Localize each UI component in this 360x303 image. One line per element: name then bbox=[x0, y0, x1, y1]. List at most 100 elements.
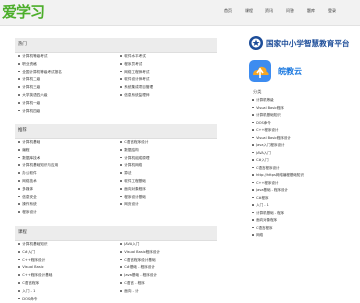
bullet-icon bbox=[252, 226, 254, 229]
list-item[interactable]: 信息安全 bbox=[18, 194, 58, 202]
section-title: 推荐 bbox=[15, 124, 217, 139]
list-item[interactable]: 办公软件 bbox=[18, 170, 58, 178]
list-item[interactable]: http://https网络编程基础知识 bbox=[252, 172, 352, 180]
bullet-icon bbox=[18, 187, 20, 190]
section-courses: 课程 计算机基础知识 C#入门 C++程序设计 Visual Basic C++… bbox=[15, 226, 217, 301]
bullet-icon bbox=[18, 282, 20, 284]
bullet-icon bbox=[120, 62, 122, 65]
list-item[interactable]: C语言 - 程序 bbox=[120, 280, 160, 288]
bullet-icon bbox=[18, 203, 20, 206]
list-item[interactable]: 算法 bbox=[120, 170, 149, 178]
list-item[interactable]: 计算机基础知识与应用 bbox=[18, 162, 58, 170]
list-item[interactable]: 操作系统 bbox=[18, 201, 58, 209]
list-item[interactable]: 计算机基础 - 程序 bbox=[252, 210, 352, 218]
list-item[interactable]: 入门 - 1 bbox=[252, 202, 352, 210]
list-item[interactable]: Visual Basic程序设计 bbox=[120, 249, 160, 257]
list-item[interactable]: C#基础 - 程序设计 bbox=[120, 264, 160, 272]
bullet-icon bbox=[252, 151, 254, 154]
list-item[interactable]: 计算机等级考试 bbox=[18, 53, 62, 61]
bullet-icon bbox=[18, 243, 20, 245]
list-item[interactable]: 计算机组成原理 bbox=[120, 155, 149, 163]
list-item[interactable]: 网页设计 bbox=[120, 201, 149, 209]
list-item[interactable]: 程序设计基础 bbox=[120, 194, 149, 202]
list-item[interactable]: 大学英语四六级 bbox=[18, 92, 62, 100]
list-item[interactable]: C#入门 bbox=[252, 157, 352, 165]
smart-edu-banner[interactable]: 国家中小学智慧教育平台 bbox=[246, 33, 356, 55]
site-logo[interactable]: 爱学习 bbox=[2, 2, 45, 22]
nav-item-qa[interactable]: 问答 bbox=[286, 8, 294, 14]
bullet-icon bbox=[120, 274, 122, 277]
list-item[interactable]: 计算机基础 bbox=[18, 139, 58, 147]
list-item[interactable]: Java基础 - 程序设计 bbox=[120, 272, 160, 280]
list-item[interactable]: DOS命令 bbox=[18, 296, 52, 303]
bullet-icon bbox=[252, 204, 254, 206]
list-item[interactable]: C#入门 bbox=[18, 249, 52, 257]
list-item[interactable]: C语言程序 bbox=[252, 225, 352, 233]
bullet-icon bbox=[120, 243, 122, 245]
list-item[interactable]: 全国计算机等级考试报名 bbox=[18, 69, 62, 77]
nav-item-home[interactable]: 首页 bbox=[224, 8, 232, 14]
list-item[interactable]: C++程序设计基础 bbox=[18, 272, 52, 280]
bullet-icon bbox=[252, 219, 254, 221]
list-item[interactable]: Java基础 - 程序设计 bbox=[252, 187, 352, 195]
list-item[interactable]: 入门 - 1 bbox=[18, 288, 52, 296]
nav-item-news[interactable]: 资讯 bbox=[265, 8, 273, 14]
list-item[interactable]: 计算机基础知识 bbox=[252, 112, 352, 120]
list-item[interactable]: Visual Basic程序 bbox=[252, 105, 352, 113]
list-item[interactable]: C语言程序 bbox=[18, 280, 52, 288]
list-item[interactable]: JAVA入门 bbox=[252, 150, 352, 158]
list-item[interactable]: 程序设计 bbox=[18, 209, 58, 217]
list-item[interactable]: 信息系统监理师 bbox=[120, 92, 153, 100]
list-item[interactable]: JAVA入门 bbox=[120, 241, 160, 249]
list-item[interactable]: 计算机等级 bbox=[252, 97, 352, 105]
list-item[interactable]: 计算机四级 bbox=[18, 108, 62, 116]
list-item[interactable]: C语言程序设计 bbox=[120, 139, 149, 147]
list-item[interactable]: 数据结构 bbox=[120, 147, 149, 155]
list-item[interactable]: 面向对象程序 bbox=[120, 186, 149, 194]
list-item[interactable]: Java入门程序设计 bbox=[252, 142, 352, 150]
list-item[interactable]: 软件设计师考试 bbox=[120, 76, 153, 84]
list-item[interactable]: 软件工程基础 bbox=[120, 178, 149, 186]
nav-item-questions[interactable]: 题库 bbox=[307, 8, 315, 14]
list-item[interactable]: 计算机二级 bbox=[18, 76, 62, 84]
list-item[interactable]: C#程序 bbox=[252, 195, 352, 203]
list-item[interactable]: 编程 bbox=[18, 147, 58, 155]
list-item[interactable]: 多媒体 bbox=[18, 186, 58, 194]
list-item[interactable]: C++程序设计 bbox=[18, 257, 52, 265]
bullet-icon bbox=[18, 70, 20, 73]
list-item[interactable]: 数据库技术 bbox=[18, 155, 58, 163]
bullet-icon bbox=[120, 187, 122, 190]
list-item[interactable]: Visual Basic bbox=[18, 264, 52, 272]
list-item[interactable]: C++程序设计 bbox=[252, 127, 352, 135]
wanjiaoyun-banner[interactable]: 皖教云 bbox=[246, 59, 356, 85]
bullet-icon bbox=[18, 101, 20, 104]
bullet-icon bbox=[120, 141, 122, 143]
list-item[interactable]: Visual Basic程序设计 bbox=[252, 135, 352, 143]
list-item[interactable]: 程序员考试 bbox=[120, 61, 153, 69]
side-category-list: 分类 计算机等级 Visual Basic程序 计算机基础知识 DOS命令 C+… bbox=[252, 87, 352, 240]
banner-title: 国家中小学智慧教育平台 bbox=[266, 39, 350, 48]
list-item[interactable]: 职业资格 bbox=[18, 61, 62, 69]
list-item[interactable]: 计算机一级 bbox=[18, 100, 62, 108]
list-item[interactable]: DOS命令 bbox=[252, 120, 352, 128]
bullet-icon bbox=[252, 174, 254, 176]
list-item[interactable]: 系统集成项目管理 bbox=[120, 84, 153, 92]
list-item[interactable]: 面向对象程序 bbox=[252, 217, 352, 225]
list-item[interactable]: 网络技术 bbox=[18, 178, 58, 186]
list-item[interactable]: 计算机网络 bbox=[120, 162, 149, 170]
list-item[interactable]: C++程序设计 bbox=[252, 180, 352, 188]
bullet-icon bbox=[252, 129, 254, 131]
nav-item-login[interactable]: 登录 bbox=[328, 8, 336, 14]
list-item[interactable]: 面向 - 计 bbox=[120, 288, 160, 296]
list-item[interactable]: 软件水平考试 bbox=[120, 53, 153, 61]
bullet-icon bbox=[120, 70, 122, 73]
bullet-icon bbox=[120, 250, 122, 253]
list-item[interactable]: C语言程序设计基础 bbox=[120, 257, 160, 265]
bullet-icon bbox=[18, 266, 20, 269]
list-item[interactable]: C语言程序设计 bbox=[252, 165, 352, 173]
list-item[interactable]: 网络工程师考试 bbox=[120, 69, 153, 77]
list-item[interactable]: 网络 bbox=[252, 232, 352, 240]
list-item[interactable]: 计算机基础知识 bbox=[18, 241, 52, 249]
list-item[interactable]: 计算机三级 bbox=[18, 84, 62, 92]
nav-item-courses[interactable]: 课程 bbox=[245, 8, 253, 14]
